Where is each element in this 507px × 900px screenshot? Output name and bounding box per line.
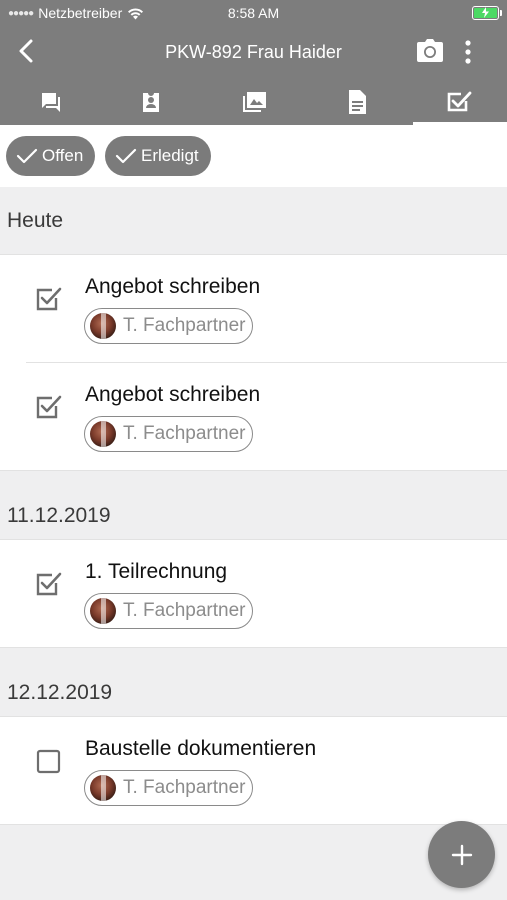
task-row[interactable]: Baustelle dokumentieren T. Fachpartner — [0, 717, 507, 825]
unchecked-checkbox-icon[interactable] — [36, 748, 62, 774]
status-bar: ●●●●● Netzbetreiber 8:58 AM — [0, 0, 507, 26]
filter-open-label: Offen — [42, 146, 84, 165]
assignee-chip[interactable]: T. Fachpartner — [84, 770, 253, 806]
tab-contact[interactable] — [100, 78, 201, 125]
photos-icon — [242, 91, 266, 112]
more-options-button[interactable] — [458, 38, 478, 66]
document-icon — [348, 89, 366, 114]
task-list: 1. Teilrechnung T. Fachpartner — [0, 539, 507, 648]
tab-photos[interactable] — [203, 78, 304, 125]
task-list: Baustelle dokumentieren T. Fachpartner — [0, 716, 507, 825]
avatar — [90, 421, 116, 447]
filter-done-chip[interactable]: Erledigt — [105, 136, 211, 176]
avatar — [90, 598, 116, 624]
more-vertical-icon — [465, 40, 471, 64]
task-title: Angebot schreiben — [85, 383, 261, 406]
checkmark-icon — [16, 148, 38, 164]
section-heading: 11.12.2019 — [0, 472, 507, 539]
assignee-chip[interactable]: T. Fachpartner — [84, 308, 253, 344]
battery-icon — [472, 6, 502, 20]
assignee-chip[interactable]: T. Fachpartner — [84, 593, 253, 629]
avatar — [90, 313, 116, 339]
checked-checkbox-icon[interactable] — [36, 571, 62, 597]
task-row[interactable]: 1. Teilrechnung T. Fachpartner — [0, 540, 507, 648]
avatar — [90, 775, 116, 801]
assignee-chip[interactable]: T. Fachpartner — [84, 416, 253, 452]
filter-bar: Offen Erledigt — [0, 125, 507, 187]
plus-icon — [451, 844, 472, 865]
assignee-name: T. Fachpartner — [123, 315, 246, 336]
section-heading: 12.12.2019 — [0, 649, 507, 716]
task-list: Angebot schreiben T. Fachpartner Angebot… — [0, 254, 507, 471]
checked-checkbox-icon[interactable] — [36, 286, 62, 312]
chat-icon — [41, 92, 60, 112]
filter-open-chip[interactable]: Offen — [6, 136, 96, 176]
tab-tasks[interactable] — [408, 78, 507, 125]
task-title: 1. Teilrechnung — [85, 560, 228, 583]
checkmark-icon — [115, 148, 137, 164]
status-time: 8:58 AM — [227, 5, 280, 21]
tab-documents[interactable] — [306, 78, 407, 125]
filter-done-label: Erledigt — [141, 146, 199, 165]
task-title: Baustelle dokumentieren — [85, 737, 317, 760]
assignee-name: T. Fachpartner — [123, 600, 246, 621]
navigation-bar: PKW-892 Frau Haider — [0, 26, 507, 78]
tab-bar — [0, 78, 507, 125]
checked-checkbox-icon[interactable] — [36, 394, 62, 420]
assignee-name: T. Fachpartner — [123, 777, 246, 798]
section-heading: Heute — [0, 189, 507, 253]
assignee-name: T. Fachpartner — [123, 423, 246, 444]
checklist-icon — [447, 91, 471, 111]
contact-badge-icon — [142, 92, 159, 112]
app-header: ●●●●● Netzbetreiber 8:58 AM PKW-892 Frau… — [0, 0, 507, 125]
task-row[interactable]: Angebot schreiben T. Fachpartner — [0, 363, 507, 471]
camera-icon — [417, 39, 443, 62]
task-title: Angebot schreiben — [85, 275, 261, 298]
task-row[interactable]: Angebot schreiben T. Fachpartner — [0, 255, 507, 363]
add-task-button[interactable] — [428, 821, 495, 888]
camera-button[interactable] — [416, 38, 444, 64]
tab-chat[interactable] — [0, 78, 101, 125]
